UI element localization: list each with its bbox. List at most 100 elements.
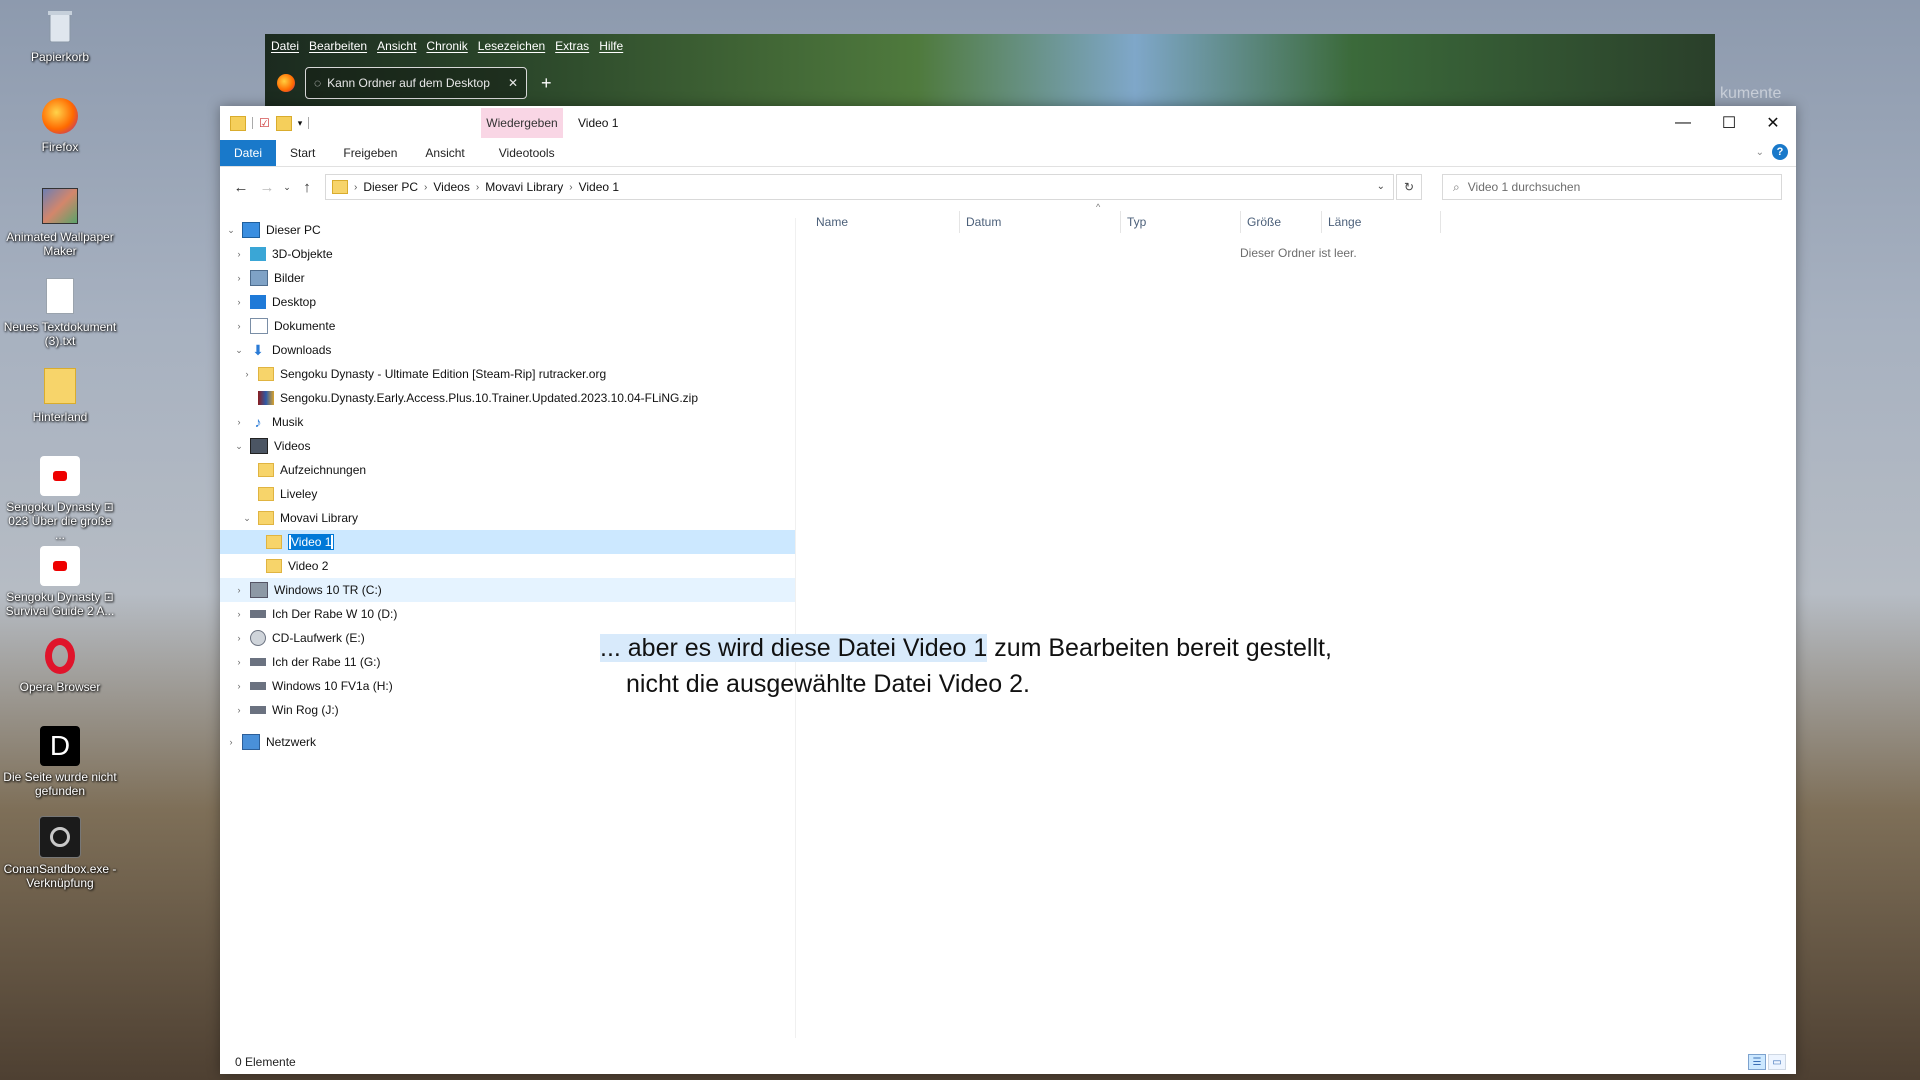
maximize-button[interactable]: ☐ <box>1706 106 1752 140</box>
chevron-down-icon[interactable]: ▾ <box>298 118 303 129</box>
tab-freigeben[interactable]: Freigeben <box>329 140 411 166</box>
tree-item-downloads[interactable]: ⌄ ⬇ Downloads <box>220 338 795 362</box>
wallpaper-maker-icon <box>40 186 80 226</box>
tree-item-drive-c[interactable]: › Windows 10 TR (C:) <box>220 578 795 602</box>
chevron-right-icon[interactable]: › <box>232 585 246 595</box>
tree-item-dl-zip[interactable]: Sengoku.Dynasty.Early.Access.Plus.10.Tra… <box>220 386 795 410</box>
new-tab-button[interactable]: + <box>541 73 552 94</box>
chevron-right-icon[interactable]: › <box>224 737 238 747</box>
column-typ[interactable]: Typ <box>1121 211 1241 233</box>
menu-extras[interactable]: Extras <box>555 39 589 53</box>
breadcrumb-movavi-library[interactable]: Movavi Library <box>485 180 563 194</box>
tree-item-3d-objects[interactable]: › 3D-Objekte <box>220 242 795 266</box>
large-icons-view-icon[interactable]: ▭ <box>1768 1054 1786 1070</box>
desktop-icon-textdocument[interactable]: Neues Textdokument (3).txt <box>0 276 120 348</box>
up-button[interactable]: ↑ <box>294 179 320 196</box>
caption-line-2: nicht die ausgewählte Datei Video 2. <box>626 670 1030 698</box>
chevron-right-icon[interactable]: › <box>232 249 246 259</box>
tab-wiedergeben[interactable]: Wiedergeben <box>481 108 563 138</box>
network-icon <box>242 734 260 750</box>
text-document-icon <box>40 276 80 316</box>
tree-item-liveley[interactable]: Liveley <box>220 482 795 506</box>
minimize-button[interactable]: — <box>1660 106 1706 140</box>
menu-lesezeichen[interactable]: Lesezeichen <box>478 39 545 53</box>
column-datum[interactable]: Datum <box>960 211 1121 233</box>
tree-item-drive-d[interactable]: › Ich Der Rabe W 10 (D:) <box>220 602 795 626</box>
chevron-down-icon[interactable]: ⌄ <box>232 345 246 356</box>
drive-icon <box>250 658 266 666</box>
properties-icon[interactable]: ☑ <box>259 116 270 130</box>
chevron-down-icon[interactable]: ⌄ <box>232 441 246 452</box>
firefox-icon <box>40 96 80 136</box>
menu-bearbeiten[interactable]: Bearbeiten <box>309 39 367 53</box>
chevron-down-icon[interactable]: ⌄ <box>1377 181 1385 192</box>
forward-button[interactable]: → <box>254 179 280 196</box>
column-name[interactable]: Name <box>810 211 960 233</box>
column-groesse[interactable]: Größe <box>1241 211 1322 233</box>
desktop-icon-firefox[interactable]: Firefox <box>0 96 120 154</box>
menu-ansicht[interactable]: Ansicht <box>377 39 416 53</box>
desktop-icon-hinterland[interactable]: Hinterland <box>0 366 120 424</box>
chevron-right-icon[interactable]: › <box>232 705 246 715</box>
firefox-icon[interactable] <box>277 74 295 92</box>
address-bar[interactable]: › Dieser PC › Videos › Movavi Library › … <box>325 174 1394 200</box>
close-button[interactable]: ✕ <box>1750 106 1796 140</box>
chevron-right-icon[interactable]: › <box>232 609 246 619</box>
firefox-tab[interactable]: ◌ Kann Ordner auf dem Desktop ✕ <box>305 67 527 99</box>
help-icon[interactable]: ? <box>1772 144 1788 160</box>
search-input[interactable]: Video 1 durchsuchen <box>1468 180 1581 194</box>
desktop-icon-conan[interactable]: ConanSandbox.exe - Verknüpfung <box>0 816 120 890</box>
close-tab-icon[interactable]: ✕ <box>508 76 518 90</box>
tab-videotools[interactable]: Videotools <box>485 140 569 166</box>
expand-ribbon-icon[interactable]: ⌄ <box>1756 147 1764 158</box>
tree-item-this-pc[interactable]: ⌄ Dieser PC <box>220 218 795 242</box>
tree-item-movavi-library[interactable]: ⌄ Movavi Library <box>220 506 795 530</box>
desktop-icon-page-not-found[interactable]: D Die Seite wurde nicht gefunden <box>0 726 120 798</box>
recent-locations-icon[interactable]: ⌄ <box>280 182 294 193</box>
refresh-button[interactable]: ↻ <box>1396 174 1422 200</box>
column-laenge[interactable]: Länge <box>1322 211 1441 233</box>
chevron-right-icon[interactable]: › <box>232 321 246 331</box>
details-view-icon[interactable]: ☰ <box>1748 1054 1766 1070</box>
rename-input[interactable]: Video 1 <box>288 534 335 550</box>
folder-icon <box>332 180 348 194</box>
search-box[interactable]: ⌕ Video 1 durchsuchen <box>1442 174 1782 200</box>
breadcrumb-dieser-pc[interactable]: Dieser PC <box>363 180 418 194</box>
chevron-down-icon[interactable]: ⌄ <box>240 513 254 524</box>
tab-datei[interactable]: Datei <box>220 140 277 166</box>
breadcrumb-videos[interactable]: Videos <box>433 180 469 194</box>
computer-icon <box>242 222 260 238</box>
back-button[interactable]: ← <box>228 179 254 196</box>
tree-item-dl-folder[interactable]: › Sengoku Dynasty - Ultimate Edition [St… <box>220 362 795 386</box>
tree-item-videos[interactable]: ⌄ Videos <box>220 434 795 458</box>
chevron-right-icon[interactable]: › <box>232 633 246 643</box>
desktop-icon-sengoku-2[interactable]: Sengoku Dynasty ⊡ Survival Guide 2 A... <box>0 546 120 618</box>
tree-item-pictures[interactable]: › Bilder <box>220 266 795 290</box>
tab-ansicht[interactable]: Ansicht <box>411 140 478 166</box>
chevron-down-icon[interactable]: ⌄ <box>224 225 238 236</box>
breadcrumb-video-1[interactable]: Video 1 <box>579 180 619 194</box>
tree-item-network[interactable]: › Netzwerk <box>220 730 795 754</box>
tab-start[interactable]: Start <box>276 140 329 166</box>
desktop-icon-recycle-bin[interactable]: Papierkorb <box>0 6 120 64</box>
chevron-right-icon[interactable]: › <box>240 369 254 379</box>
chevron-right-icon[interactable]: › <box>232 273 246 283</box>
tree-item-video-2[interactable]: Video 2 <box>220 554 795 578</box>
folder-icon <box>258 367 274 381</box>
tree-item-desktop[interactable]: › Desktop <box>220 290 795 314</box>
tree-item-documents[interactable]: › Dokumente <box>220 314 795 338</box>
chevron-right-icon[interactable]: › <box>232 417 246 427</box>
desktop-icon-sengoku-1[interactable]: Sengoku Dynasty ⊡ 023 Über die große ... <box>0 456 120 542</box>
chevron-right-icon[interactable]: › <box>232 297 246 307</box>
menu-hilfe[interactable]: Hilfe <box>599 39 623 53</box>
menu-chronik[interactable]: Chronik <box>426 39 467 53</box>
tree-item-music[interactable]: › ♪ Musik <box>220 410 795 434</box>
new-folder-icon[interactable] <box>275 115 292 131</box>
tree-item-recordings[interactable]: Aufzeichnungen <box>220 458 795 482</box>
desktop-icon-wallpaper-maker[interactable]: Animated Wallpaper Maker <box>0 186 120 258</box>
tree-item-video-1[interactable]: Video 1 <box>220 530 795 554</box>
menu-datei[interactable]: Datei <box>271 39 299 53</box>
chevron-right-icon[interactable]: › <box>232 681 246 691</box>
chevron-right-icon[interactable]: › <box>232 657 246 667</box>
desktop-icon-opera[interactable]: Opera Browser <box>0 636 120 694</box>
